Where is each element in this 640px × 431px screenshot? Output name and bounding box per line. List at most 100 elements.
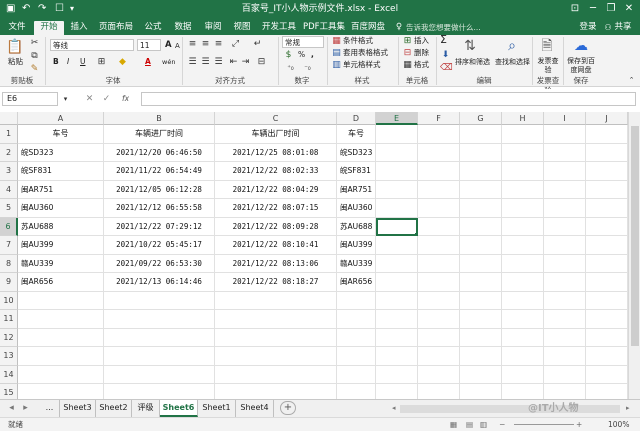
page-break-icon[interactable]: ▥	[480, 418, 487, 431]
empty-cell[interactable]	[376, 162, 418, 181]
horizontal-scroll-thumb[interactable]	[400, 405, 620, 413]
sheet-tab[interactable]: Sheet1	[198, 400, 236, 417]
data-cell[interactable]: 闽AR751	[18, 180, 104, 199]
empty-cell[interactable]	[544, 217, 586, 236]
empty-cell[interactable]	[544, 180, 586, 199]
data-cell[interactable]: 2021/12/05 06:12:28	[104, 180, 215, 199]
sheet-tab[interactable]: Sheet2	[96, 400, 132, 417]
data-cell[interactable]: 2021/12/13 06:14:46	[104, 273, 215, 292]
column-header-c[interactable]: C	[215, 112, 337, 125]
empty-cell[interactable]	[418, 217, 460, 236]
empty-cell[interactable]	[18, 365, 104, 384]
empty-cell[interactable]	[418, 180, 460, 199]
empty-cell[interactable]	[502, 310, 544, 329]
zoom-slider[interactable]	[514, 424, 574, 425]
grow-font-button[interactable]: A	[165, 40, 172, 50]
empty-cell[interactable]	[418, 365, 460, 384]
empty-cell[interactable]	[502, 328, 544, 347]
empty-cell[interactable]	[418, 291, 460, 310]
page-normal-icon[interactable]: ▦	[450, 418, 457, 431]
empty-cell[interactable]	[418, 347, 460, 366]
empty-cell[interactable]	[544, 310, 586, 329]
minimize-button[interactable]: ─	[584, 2, 602, 16]
empty-cell[interactable]	[586, 162, 628, 181]
empty-cell[interactable]	[502, 217, 544, 236]
empty-cell[interactable]	[544, 254, 586, 273]
empty-cell[interactable]	[18, 384, 104, 399]
orientation-icon[interactable]: ⤢	[230, 39, 241, 50]
empty-cell[interactable]	[376, 125, 418, 144]
empty-cell[interactable]	[502, 143, 544, 162]
empty-cell[interactable]	[18, 310, 104, 329]
column-header-f[interactable]: F	[418, 112, 460, 125]
empty-cell[interactable]	[376, 347, 418, 366]
empty-cell[interactable]	[18, 328, 104, 347]
row-header-14[interactable]: 14	[0, 365, 18, 384]
empty-cell[interactable]	[586, 143, 628, 162]
empty-cell[interactable]	[460, 384, 502, 399]
empty-cell[interactable]	[460, 365, 502, 384]
scroll-left-icon[interactable]: ◂	[6, 403, 17, 414]
find-select-button[interactable]: 查找和选择	[495, 57, 530, 67]
clear-icon[interactable]: ⌫	[440, 63, 453, 74]
increase-indent-icon[interactable]: ⇥	[240, 57, 251, 68]
zoom-level[interactable]: 100%	[608, 418, 629, 431]
data-cell[interactable]: 赣AU339	[18, 254, 104, 273]
sheet-tab[interactable]: Sheet4	[236, 400, 274, 417]
empty-cell[interactable]	[502, 162, 544, 181]
data-cell[interactable]: 2021/12/22 08:02:33	[215, 162, 337, 181]
tab-file[interactable]: 文件	[4, 21, 30, 35]
empty-cell[interactable]	[544, 236, 586, 255]
header-cell[interactable]: 车号	[18, 125, 104, 144]
number-format-select[interactable]: 常规	[282, 36, 324, 48]
data-cell[interactable]: 闽AU399	[18, 236, 104, 255]
row-header-11[interactable]: 11	[0, 310, 18, 329]
empty-cell[interactable]	[215, 328, 337, 347]
empty-cell[interactable]	[460, 199, 502, 218]
empty-cell[interactable]	[104, 347, 215, 366]
data-cell[interactable]: 2021/12/12 06:55:58	[104, 199, 215, 218]
empty-cell[interactable]	[460, 254, 502, 273]
restore-button[interactable]: ❐	[602, 2, 620, 16]
data-cell[interactable]: 2021/12/22 08:07:15	[215, 199, 337, 218]
sort-filter-button[interactable]: 排序和筛选	[455, 57, 490, 67]
empty-cell[interactable]	[460, 180, 502, 199]
empty-cell[interactable]	[376, 384, 418, 399]
align-middle-icon[interactable]: ≡	[200, 39, 211, 50]
empty-cell[interactable]	[215, 384, 337, 399]
tab-view[interactable]: 视图	[229, 21, 255, 35]
data-cell[interactable]: 皖SF831	[337, 162, 376, 181]
data-cell[interactable]: 闽AU399	[337, 236, 376, 255]
data-cell[interactable]: 闽AU360	[337, 199, 376, 218]
empty-cell[interactable]	[502, 347, 544, 366]
header-cell[interactable]: 车号	[337, 125, 376, 144]
percent-button[interactable]: %	[298, 50, 305, 60]
data-cell[interactable]: 2021/12/22 08:09:28	[215, 217, 337, 236]
data-cell[interactable]: 2021/12/22 08:04:29	[215, 180, 337, 199]
empty-cell[interactable]	[104, 365, 215, 384]
empty-cell[interactable]	[502, 291, 544, 310]
format-as-table-button[interactable]: 套用表格格式	[343, 48, 388, 58]
empty-cell[interactable]	[544, 291, 586, 310]
selected-cell[interactable]	[376, 217, 418, 236]
empty-cell[interactable]	[502, 273, 544, 292]
select-all-corner[interactable]	[0, 112, 18, 125]
empty-cell[interactable]	[544, 365, 586, 384]
tab-pdf-tools[interactable]: PDF工具集	[302, 21, 346, 35]
accounting-format-icon[interactable]: $	[283, 50, 294, 61]
sheet-tab-more[interactable]: ...	[40, 400, 60, 417]
empty-cell[interactable]	[215, 365, 337, 384]
empty-cell[interactable]	[337, 365, 376, 384]
ribbon-display-icon[interactable]: ⊡	[566, 2, 584, 16]
namebox-dropdown-icon[interactable]: ▾	[60, 94, 71, 105]
data-cell[interactable]: 闽AU360	[18, 199, 104, 218]
data-cell[interactable]: 2021/12/22 08:10:41	[215, 236, 337, 255]
empty-cell[interactable]	[418, 310, 460, 329]
empty-cell[interactable]	[337, 310, 376, 329]
empty-cell[interactable]	[460, 236, 502, 255]
name-box[interactable]: E6	[2, 92, 58, 106]
zoom-out-icon[interactable]: ─	[500, 418, 505, 431]
increase-decimal-icon[interactable]: ⁺₀	[285, 63, 296, 74]
empty-cell[interactable]	[18, 347, 104, 366]
empty-cell[interactable]	[544, 273, 586, 292]
